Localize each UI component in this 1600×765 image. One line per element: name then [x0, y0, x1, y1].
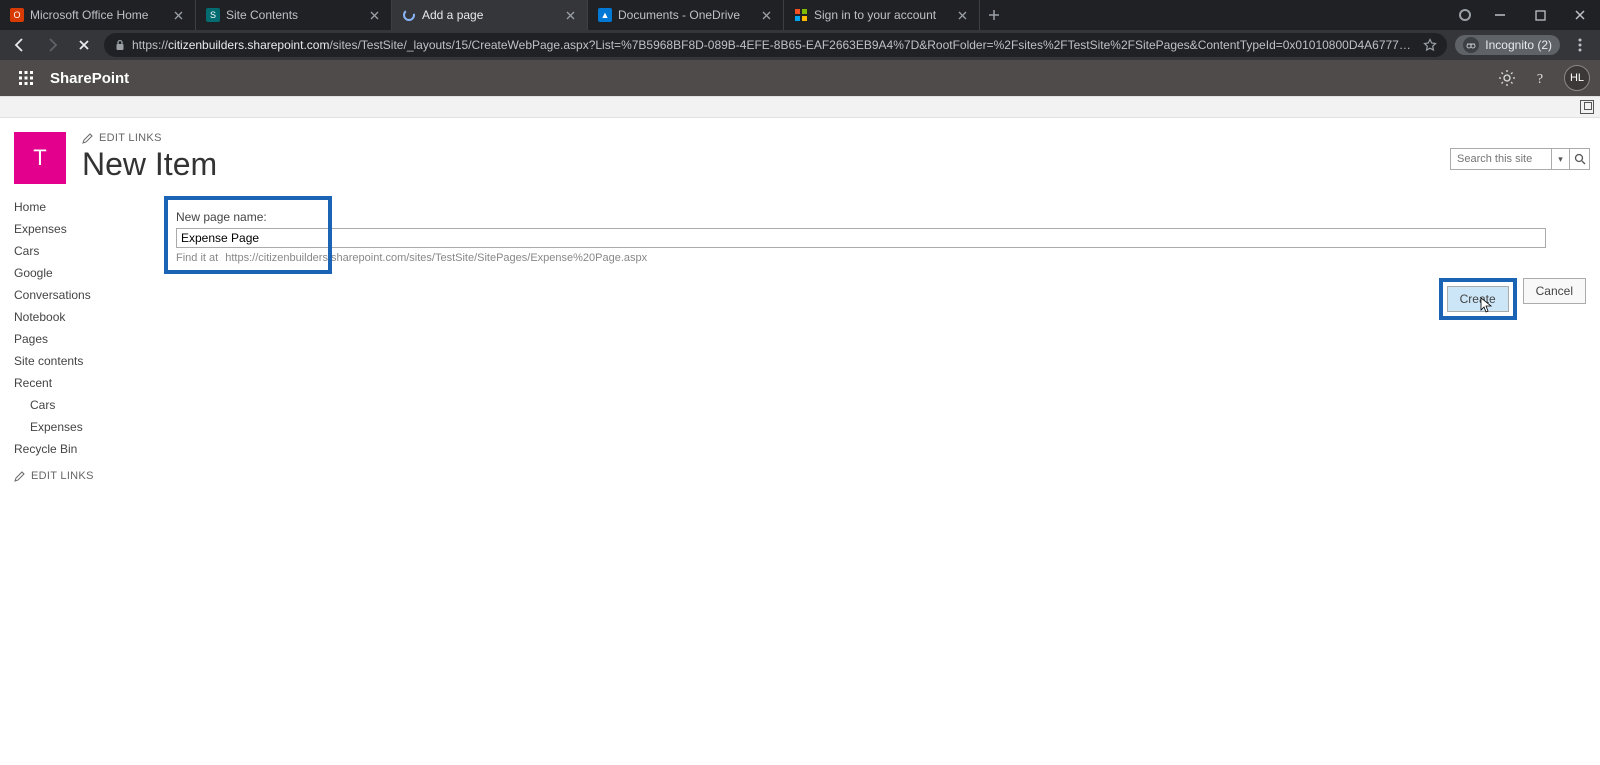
highlight-box-create: Create — [1439, 278, 1517, 320]
top-edit-links[interactable]: EDIT LINKS — [82, 132, 1450, 144]
page-name-input[interactable] — [176, 228, 1546, 248]
suite-bar: SharePoint ? HL — [0, 60, 1600, 96]
favicon-icon: O — [10, 8, 24, 22]
settings-gear-icon[interactable] — [1498, 69, 1516, 87]
find-it-at: Find it at https://citizenbuilders.share… — [176, 252, 1590, 264]
browser-tab[interactable]: Sign in to your account — [784, 0, 980, 30]
tab-close-button[interactable] — [955, 8, 969, 22]
site-logo[interactable]: T — [14, 132, 66, 184]
incognito-icon — [1463, 37, 1479, 53]
lock-icon — [114, 39, 126, 51]
pencil-icon — [14, 471, 25, 482]
help-icon[interactable]: ? — [1532, 70, 1548, 86]
leftnav-item[interactable]: Expenses — [14, 218, 164, 240]
browser-address-bar: https://citizenbuilders.sharepoint.com/s… — [0, 30, 1600, 60]
form-area: New page name: Find it at https://citize… — [164, 196, 1590, 482]
create-button[interactable]: Create — [1447, 286, 1509, 312]
window-maximize-button[interactable] — [1520, 0, 1560, 30]
record-icon[interactable] — [1450, 0, 1480, 30]
loading-spinner-icon — [402, 8, 416, 22]
browser-tab[interactable]: O Microsoft Office Home — [0, 0, 196, 30]
left-navigation: HomeExpensesCarsGoogleConversationsNoteb… — [14, 196, 164, 482]
user-avatar[interactable]: HL — [1564, 65, 1590, 91]
leftnav-item[interactable]: Home — [14, 196, 164, 218]
window-close-button[interactable] — [1560, 0, 1600, 30]
ribbon-band — [0, 96, 1600, 118]
suite-brand[interactable]: SharePoint — [50, 70, 129, 87]
browser-menu-button[interactable] — [1568, 33, 1592, 57]
browser-tab-title: Microsoft Office Home — [30, 8, 165, 22]
leftnav-item[interactable]: Pages — [14, 328, 164, 350]
leftnav-item[interactable]: Site contents — [14, 350, 164, 372]
leftnav-item[interactable]: Expenses — [14, 416, 164, 438]
browser-forward-button[interactable] — [40, 33, 64, 57]
search-box: ▾ — [1450, 148, 1590, 170]
browser-back-button[interactable] — [8, 33, 32, 57]
search-scope-dropdown[interactable]: ▾ — [1551, 149, 1569, 169]
search-input[interactable] — [1451, 153, 1551, 165]
leftnav-item[interactable]: Conversations — [14, 284, 164, 306]
favicon-icon: S — [206, 8, 220, 22]
leftnav-item[interactable]: Google — [14, 262, 164, 284]
leftnav-item[interactable]: Notebook — [14, 306, 164, 328]
browser-tab-title: Sign in to your account — [814, 8, 949, 22]
favicon-icon — [794, 8, 808, 22]
favicon-icon: ▲ — [598, 8, 612, 22]
leftnav-item[interactable]: Cars — [14, 240, 164, 262]
tab-close-button[interactable] — [367, 8, 381, 22]
window-controls — [1450, 0, 1600, 30]
browser-tab-title: Documents - OneDrive — [618, 8, 753, 22]
browser-tab[interactable]: S Site Contents — [196, 0, 392, 30]
new-tab-button[interactable] — [980, 1, 1008, 29]
pencil-icon — [82, 133, 93, 144]
browser-url-field[interactable]: https://citizenbuilders.sharepoint.com/s… — [104, 33, 1447, 57]
browser-tab-title: Site Contents — [226, 8, 361, 22]
cancel-button[interactable]: Cancel — [1523, 278, 1586, 304]
bookmark-star-icon[interactable] — [1423, 38, 1437, 52]
incognito-indicator[interactable]: Incognito (2) — [1455, 35, 1560, 55]
tab-close-button[interactable] — [563, 8, 577, 22]
leftnav-item[interactable]: Recycle Bin — [14, 438, 164, 460]
search-go-button[interactable] — [1569, 149, 1589, 169]
svg-text:?: ? — [1537, 72, 1543, 86]
browser-tab[interactable]: ▲ Documents - OneDrive — [588, 0, 784, 30]
browser-tab-strip: O Microsoft Office Home S Site Contents Add … — [0, 0, 1600, 30]
window-minimize-button[interactable] — [1480, 0, 1520, 30]
tab-close-button[interactable] — [171, 8, 185, 22]
browser-stop-button[interactable] — [72, 33, 96, 57]
tab-close-button[interactable] — [759, 8, 773, 22]
leftnav-edit-links[interactable]: EDIT LINKS — [14, 470, 164, 482]
page-title: New Item — [82, 146, 1450, 183]
browser-tab-title: Add a page — [422, 8, 557, 22]
focus-content-button[interactable] — [1580, 100, 1594, 114]
browser-url-text: https://citizenbuilders.sharepoint.com/s… — [132, 38, 1417, 52]
leftnav-item[interactable]: Recent — [14, 372, 164, 394]
browser-tab[interactable]: Add a page — [392, 0, 588, 30]
leftnav-item[interactable]: Cars — [14, 394, 164, 416]
app-launcher-button[interactable] — [10, 62, 42, 94]
page-name-label: New page name: — [176, 210, 1590, 224]
